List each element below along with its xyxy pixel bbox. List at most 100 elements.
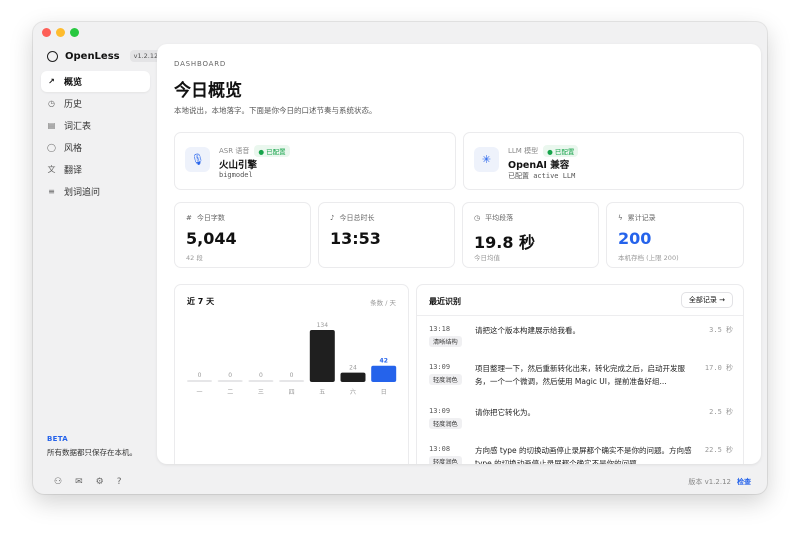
stat-foot: 今日均值 (474, 254, 500, 262)
bar (340, 372, 366, 382)
mic-small-icon: ♪ (330, 214, 335, 222)
bar-value-label: 0 (228, 372, 232, 379)
stat-label: # 今日字数 (186, 213, 225, 223)
recent-card: 最近识别 全部记录 → 13:18 清晰结构 请把这个版本构建展示给我看。 3.5 秒… (416, 284, 744, 464)
bar (371, 365, 397, 382)
x-tick-label: 日 (381, 389, 387, 396)
close-button[interactable] (42, 28, 51, 37)
row-text: 请你把它转化为。 (475, 408, 535, 417)
user-icon[interactable]: ⚇ (54, 477, 62, 487)
bar (248, 380, 274, 382)
eyebrow: DASHBOARD (174, 60, 227, 68)
sidebar-item-3[interactable]: ◯ 风格 (41, 137, 150, 158)
stat-label: ◷ 平均段落 (474, 213, 513, 223)
stat-label-text: 今日总时长 (339, 214, 375, 222)
list-item[interactable]: 13:09 轻度润色 项目整理一下，然后重新转化出来，转化完成之后，启动开发服务，一… (429, 363, 733, 399)
list-item[interactable]: 13:08 轻度润色 方向感 type 的切换动画停止录屏都个确实不是你的问题。方向… (429, 445, 733, 464)
stat-value: 5,044 (186, 229, 237, 248)
bar-value-label: 0 (290, 372, 294, 379)
sidebar-item-label: 风格 (64, 144, 83, 154)
app-window: OpenLess v1.2.12 ↗ 概览 ◷ 历史 ▤ 词汇表 ◯ 风格文翻译 ≡ 划词追问 B… (33, 22, 767, 494)
selection-icon: ≡ (48, 187, 55, 196)
translate-icon: 文 (47, 165, 56, 174)
sidebar-item-4[interactable]: 文翻译 (41, 159, 150, 180)
llm-engine-name: OpenAI 兼容 (508, 160, 570, 171)
activity-icon: ϟ (618, 214, 623, 222)
row-duration: 2.5 秒 (709, 408, 733, 416)
sparkle-icon: ✳ (474, 147, 499, 172)
stat-label: ♪ 今日总时长 (330, 213, 374, 223)
status-badge: ● 已配置 (254, 145, 290, 157)
clock-small-icon: ◷ (474, 214, 481, 222)
stat-value: 13:53 (330, 229, 381, 248)
list-item[interactable]: 13:09 轻度润色 请你把它转化为。 2.5 秒 (429, 407, 733, 443)
sidebar-item-5[interactable]: ≡ 划词追问 (41, 181, 150, 202)
bar (279, 380, 305, 382)
book-icon: ▤ (47, 121, 56, 130)
mail-icon[interactable]: ✉ (75, 477, 83, 487)
asr-label: ASR 语音 (219, 147, 250, 155)
beta-title: BETA (47, 435, 68, 443)
row-time: 13:09 (429, 363, 451, 371)
footer-version: 版本 v1.2.12 检查 (688, 477, 751, 487)
llm-engine-meta: 已配置 active LLM (508, 172, 576, 180)
stat-foot: 42 段 (186, 254, 203, 262)
x-tick-label: 二 (227, 389, 233, 396)
asr-engine-name: 火山引擎 (219, 160, 258, 171)
sidebar-item-label: 历史 (64, 100, 83, 110)
stat-foot: 本机存档 (上限 200) (618, 254, 679, 262)
stat-label-text: 平均段落 (485, 214, 514, 222)
microphone-icon: 🎙 (185, 147, 210, 172)
bar-value-label: 0 (259, 372, 263, 379)
trend-icon: ↗ (48, 77, 55, 86)
sidebar-item-label: 概览 (64, 78, 83, 88)
main-panel: DASHBOARD 今日概览 本地说出，本地落字。下面是你今日的口述节奏与系统状… (157, 44, 761, 464)
beta-notice: BETA 所有数据都只保存在本机。 (47, 435, 137, 458)
stat-label-text: 今日字数 (196, 214, 225, 222)
logo-icon (47, 50, 58, 62)
x-tick-label: 四 (289, 389, 295, 396)
status-badge: ● 已配置 (543, 145, 579, 157)
sidebar-item-label: 词汇表 (64, 122, 92, 132)
clock-icon: ◷ (48, 99, 55, 108)
row-text: 项目整理一下，然后重新转化出来，转化完成之后，启动开发服务，一个一个微调，然后使… (475, 364, 685, 386)
stat-label: ϟ 累计记录 (618, 213, 656, 223)
sidebar-item-1[interactable]: ◷ 历史 (41, 93, 150, 114)
gear-icon[interactable]: ⚙ (96, 477, 104, 487)
row-text: 方向感 type 的切换动画停止录屏都个确实不是你的问题。方向感 type 的切… (475, 446, 692, 464)
weekly-chart-card: 近 7 天 条数 / 天 0 一 0 二 0 三 0 四 134 五 24 六 42 日 (174, 284, 409, 464)
help-icon[interactable]: ? (117, 477, 122, 487)
recent-title: 最近识别 (429, 297, 461, 306)
x-tick-label: 三 (258, 389, 264, 396)
bar-value-label: 134 (317, 322, 329, 329)
style-icon: ◯ (47, 143, 56, 152)
zoom-button[interactable] (70, 28, 79, 37)
sidebar-item-0[interactable]: ↗ 概览 (41, 71, 150, 92)
beta-text: 所有数据都只保存在本机。 (47, 448, 137, 457)
sidebar-item-label: 翻译 (64, 166, 83, 176)
stat-card-total: ϟ 累计记录 200 本机存档 (上限 200) (606, 202, 744, 268)
row-duration: 3.5 秒 (709, 326, 733, 334)
status-text: 已配置 (266, 148, 286, 156)
stat-card-words: # 今日字数 5,044 42 段 (174, 202, 311, 268)
llm-card[interactable]: ✳ LLM 模型 ● 已配置 OpenAI 兼容 已配置 active LLM (463, 132, 744, 190)
version-text: 版本 v1.2.12 (688, 478, 731, 486)
row-duration: 17.0 秒 (704, 364, 733, 372)
row-duration: 22.5 秒 (704, 446, 733, 454)
check-update-link[interactable]: 检查 (737, 478, 751, 486)
llm-label: LLM 模型 (508, 147, 539, 155)
list-item[interactable]: 13:18 清晰结构 请把这个版本构建展示给我看。 3.5 秒 (429, 325, 733, 361)
x-tick-label: 六 (350, 388, 356, 396)
all-records-button[interactable]: 全部记录 → (680, 292, 733, 308)
row-time: 13:09 (429, 407, 451, 415)
bar-value-label: 0 (198, 372, 202, 379)
bar-chart: 0 一 0 二 0 三 0 四 134 五 24 六 42 日 (187, 322, 397, 396)
brand: OpenLess v1.2.12 (47, 50, 163, 62)
sidebar-item-2[interactable]: ▤ 词汇表 (41, 115, 150, 136)
stat-label-text: 累计记录 (627, 214, 656, 222)
style-tag: 清晰结构 (429, 336, 462, 347)
minimize-button[interactable] (56, 28, 65, 37)
stat-card-duration: ♪ 今日总时长 13:53 (318, 202, 455, 268)
page-title: 今日概览 (174, 81, 242, 101)
asr-card[interactable]: 🎙 ASR 语音 ● 已配置 火山引擎 bigmodel (174, 132, 456, 190)
